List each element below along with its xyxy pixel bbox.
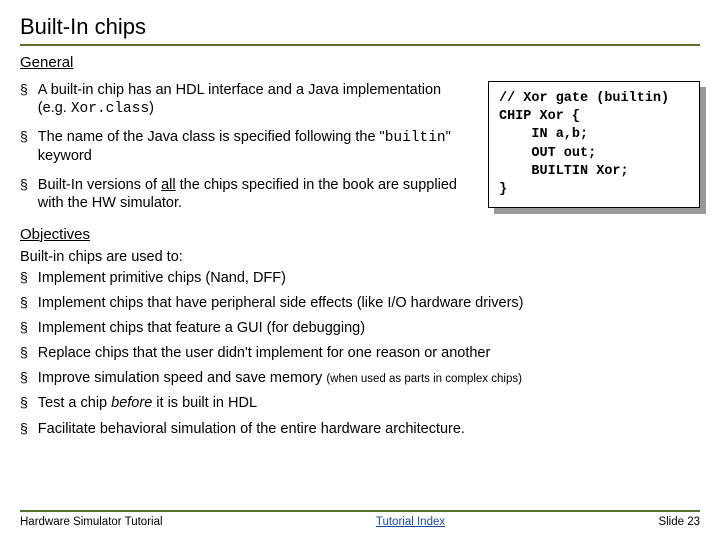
bullet-icon: §: [20, 369, 28, 386]
bullet-icon: §: [20, 128, 28, 145]
general-list: § A built-in chip has an HDL interface a…: [20, 81, 474, 212]
list-item: § Implement primitive chips (Nand, DFF): [20, 269, 700, 287]
tutorial-index-link[interactable]: Tutorial Index: [376, 516, 445, 528]
list-item: § A built-in chip has an HDL interface a…: [20, 81, 474, 118]
list-item-text: Implement chips that have peripheral sid…: [38, 294, 524, 312]
bullet-icon: §: [20, 176, 28, 193]
objectives-heading: Objectives: [20, 226, 700, 243]
list-item: § Built-In versions of all the chips spe…: [20, 176, 474, 212]
objectives-intro: Built-in chips are used to:: [20, 249, 700, 265]
list-item: § Replace chips that the user didn't impl…: [20, 344, 700, 362]
bullet-icon: §: [20, 81, 28, 98]
list-item: § Test a chip before it is built in HDL: [20, 394, 700, 412]
objectives-list: § Implement primitive chips (Nand, DFF) §…: [20, 269, 700, 438]
list-item-text: A built-in chip has an HDL interface and…: [38, 81, 474, 118]
list-item-text: Implement primitive chips (Nand, DFF): [38, 269, 286, 287]
list-item: § The name of the Java class is specifie…: [20, 128, 474, 165]
list-item: § Implement chips that have peripheral si…: [20, 294, 700, 312]
code-block: // Xor gate (builtin) CHIP Xor { IN a,b;…: [488, 81, 700, 208]
bullet-icon: §: [20, 394, 28, 411]
list-item-text: Test a chip before it is built in HDL: [38, 394, 257, 412]
list-item: § Facilitate behavioral simulation of the…: [20, 420, 700, 438]
list-item: § Improve simulation speed and save memor…: [20, 369, 700, 387]
slide-number: Slide 23: [658, 516, 700, 528]
slide-title: Built-In chips: [20, 14, 700, 46]
bullet-icon: §: [20, 420, 28, 437]
footer: Hardware Simulator Tutorial Tutorial Ind…: [20, 510, 700, 528]
list-item-text: The name of the Java class is specified …: [38, 128, 474, 165]
bullet-icon: §: [20, 269, 28, 286]
list-item-text: Improve simulation speed and save memory…: [38, 369, 522, 387]
footer-left: Hardware Simulator Tutorial: [20, 516, 163, 528]
bullet-icon: §: [20, 319, 28, 336]
general-heading: General: [20, 54, 700, 71]
list-item-text: Facilitate behavioral simulation of the …: [38, 420, 465, 438]
list-item-text: Replace chips that the user didn't imple…: [38, 344, 491, 362]
list-item-text: Implement chips that feature a GUI (for …: [38, 319, 365, 337]
bullet-icon: §: [20, 294, 28, 311]
bullet-icon: §: [20, 344, 28, 361]
list-item-text: Built-In versions of all the chips speci…: [38, 176, 474, 212]
code-content: // Xor gate (builtin) CHIP Xor { IN a,b;…: [488, 81, 700, 208]
list-item: § Implement chips that feature a GUI (for…: [20, 319, 700, 337]
